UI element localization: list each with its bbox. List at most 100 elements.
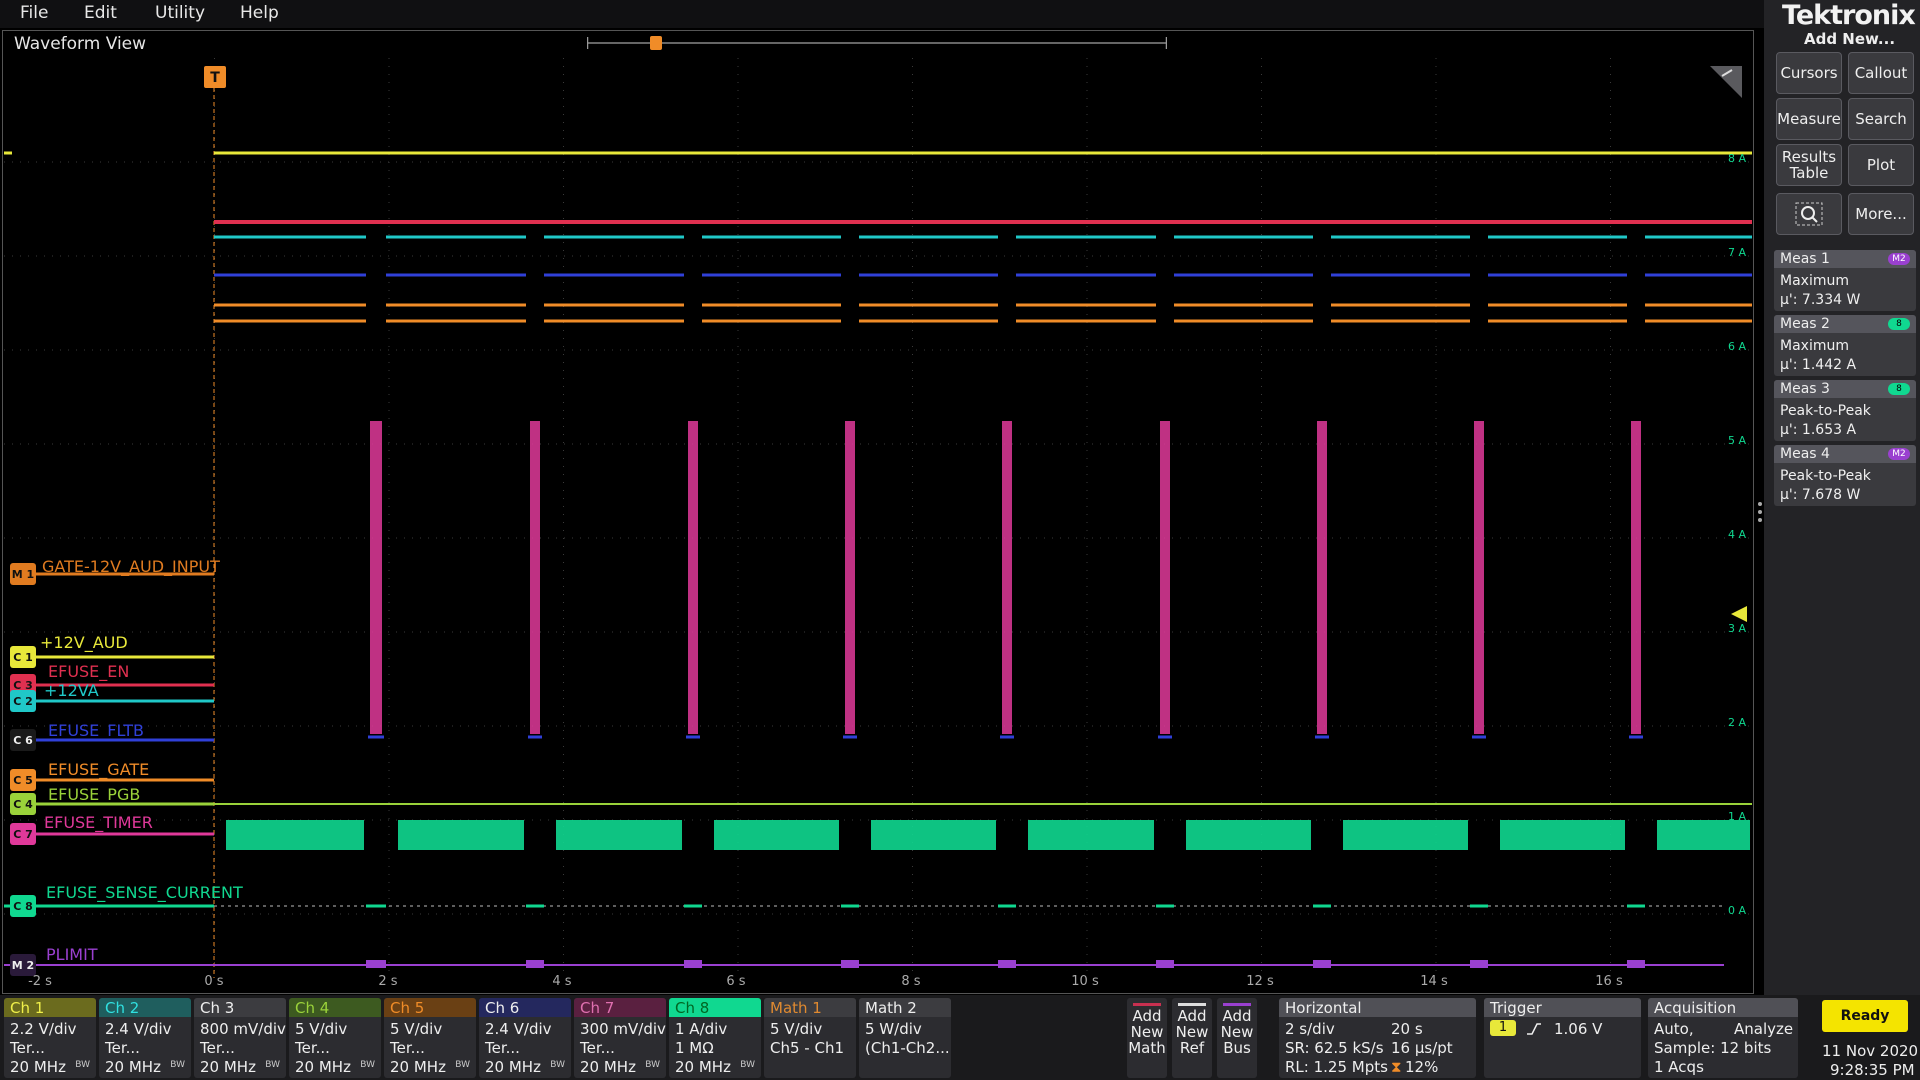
ch7-burst [370,421,382,734]
ch1-badge[interactable]: Ch 1 2.2 V/div Ter... 20 MHz BW [4,998,96,1078]
badge-bandwidth: 20 MHz [485,1058,541,1076]
acq-analyze: Analyze [1734,1020,1794,1038]
badge-scale: 800 mV/div [200,1020,286,1038]
svg-text:3 A: 3 A [1728,622,1746,635]
ch2-badge[interactable]: Ch 2 2.4 V/div Ter... 20 MHz BW [99,998,191,1078]
meas-source-badge: M2 [1888,448,1910,460]
badge-bandwidth: 20 MHz [390,1058,446,1076]
results-table-button[interactable]: Results Table [1776,144,1842,186]
svg-text:1 A: 1 A [1728,810,1746,823]
svg-text:12 s: 12 s [1246,974,1274,988]
math2-pulse [684,960,702,968]
add-new-math-button[interactable]: Add New Math [1127,998,1167,1078]
meas-1-badge[interactable]: Meas 1 M2 Maximum µ': 7.334 W [1774,250,1916,311]
math2-pulse [526,960,544,968]
magnifier-icon [1795,202,1823,226]
ch3-badge[interactable]: Ch 3 800 mV/div Ter... 20 MHz BW [194,998,286,1078]
bw-limit-icon: BW [455,1060,470,1070]
plot-button[interactable]: Plot [1848,144,1914,186]
add-new-bus-button[interactable]: Add New Bus [1217,998,1257,1078]
label-gate: GATE-12V_AUD_INPUT [42,557,220,577]
svg-text:2 s: 2 s [378,974,397,988]
badge-scale: 5 V/div [770,1020,823,1038]
search-button[interactable]: Search [1848,98,1914,140]
badge-scale: 2.4 V/div [485,1020,552,1038]
acquisition-badge[interactable]: Acquisition Auto, Analyze Sample: 12 bit… [1648,998,1798,1078]
ch7-burst [845,421,855,734]
math2-pulse [1627,960,1645,968]
meas-4-badge[interactable]: Meas 4 M2 Peak-to-Peak µ': 7.678 W [1774,445,1916,506]
badge-scale: 5 V/div [390,1020,443,1038]
menu-utility[interactable]: Utility [155,3,205,23]
badge-bandwidth: 20 MHz [10,1058,66,1076]
channel-marker-label: C 1 [13,651,33,664]
math2-pulse [998,960,1016,968]
ch7-burst [530,421,540,734]
zoom-trigger-marker [650,36,662,50]
waveform-display[interactable]: T GATE-12V_AUD_INPUT +12V_AUD EFUSE_EN +… [4,58,1752,988]
ch5-badge[interactable]: Ch 5 5 V/div Ter... 20 MHz BW [384,998,476,1078]
measure-button[interactable]: Measure [1776,98,1842,140]
badge-bandwidth: 20 MHz [200,1058,256,1076]
bw-limit-icon: BW [75,1060,90,1070]
badge-name: Ch 1 [10,999,45,1017]
svg-text:-2 s: -2 s [28,974,52,988]
ch8-band [1657,820,1750,850]
badge-termination: 1 MΩ [675,1039,714,1057]
ch8-badge[interactable]: Ch 8 1 A/div 1 MΩ 20 MHz BW [669,998,761,1078]
more-button[interactable]: More... [1848,193,1914,235]
horizontal-badge[interactable]: Horizontal 2 s/div 20 s SR: 62.5 kS/s 16… [1279,998,1476,1078]
svg-text:T: T [210,70,220,86]
badge-scale: 5 V/div [295,1020,348,1038]
badge-scale: 1 A/div [675,1020,728,1038]
badge-name: Ch 7 [580,999,615,1017]
meas-type: Maximum [1780,273,1849,289]
zoom-overview-bar[interactable] [587,35,1167,51]
run-stop-status-button[interactable]: Ready [1822,1000,1908,1032]
meas-source-badge: 8 [1888,383,1910,395]
acq-count: 1 Acqs [1654,1058,1704,1076]
svg-text:6 A: 6 A [1728,340,1746,353]
badge-name: Ch 8 [675,999,710,1017]
menu-file[interactable]: File [20,3,48,23]
ch7-burst [1160,421,1170,734]
meas-3-badge[interactable]: Meas 3 8 Peak-to-Peak µ': 1.653 A [1774,380,1916,441]
badge-name: Math 2 [865,999,917,1017]
badge-name: Ch 5 [390,999,425,1017]
waveform-traces [4,151,1752,968]
record-duration: 20 s [1391,1020,1423,1038]
math2-badge[interactable]: Math 2 5 W/div (Ch1-Ch2... [859,998,951,1078]
menu-help[interactable]: Help [240,3,279,23]
tektronix-logo: Tektronix [1782,0,1916,31]
badge-bandwidth: 20 MHz [675,1058,731,1076]
meas-source-badge: 8 [1888,318,1910,330]
math1-badge[interactable]: Math 1 5 V/div Ch5 - Ch1 [764,998,856,1078]
ch7-badge[interactable]: Ch 7 300 mV/div Ter... 20 MHz BW [574,998,666,1078]
ch4-badge[interactable]: Ch 4 5 V/div Ter... 20 MHz BW [289,998,381,1078]
badge-name: Ch 4 [295,999,330,1017]
time-per-point: 16 µs/pt [1391,1039,1453,1057]
ch8-band [1500,820,1625,850]
zoom-search-button[interactable] [1776,193,1842,235]
badge-source: (Ch1-Ch2... [865,1039,950,1057]
label-efuse-en: EFUSE_EN [48,662,129,682]
add-new-ref-button[interactable]: Add New Ref [1172,998,1212,1078]
svg-text:0 s: 0 s [204,974,223,988]
trigger-badge[interactable]: Trigger 1 1.06 V [1484,998,1641,1078]
callout-button[interactable]: Callout [1848,52,1914,94]
badge-termination: Ter... [200,1039,235,1057]
ch7-burst [1317,421,1327,734]
menu-edit[interactable]: Edit [84,3,117,23]
bw-limit-icon: BW [550,1060,565,1070]
panel-resize-handle[interactable] [1756,498,1764,526]
badge-source: Ch5 - Ch1 [770,1039,844,1057]
meas-2-badge[interactable]: Meas 2 8 Maximum µ': 1.442 A [1774,315,1916,376]
cursors-button[interactable]: Cursors [1776,52,1842,94]
waveform-view-title: Waveform View [14,34,147,54]
ch8-band [556,820,682,850]
math2-pulse [841,960,859,968]
badge-name: Math 1 [770,999,822,1017]
ch6-badge[interactable]: Ch 6 2.4 V/div Ter... 20 MHz BW [479,998,571,1078]
meas-type: Peak-to-Peak [1780,403,1871,419]
meas-title: Meas 1 [1780,251,1830,267]
